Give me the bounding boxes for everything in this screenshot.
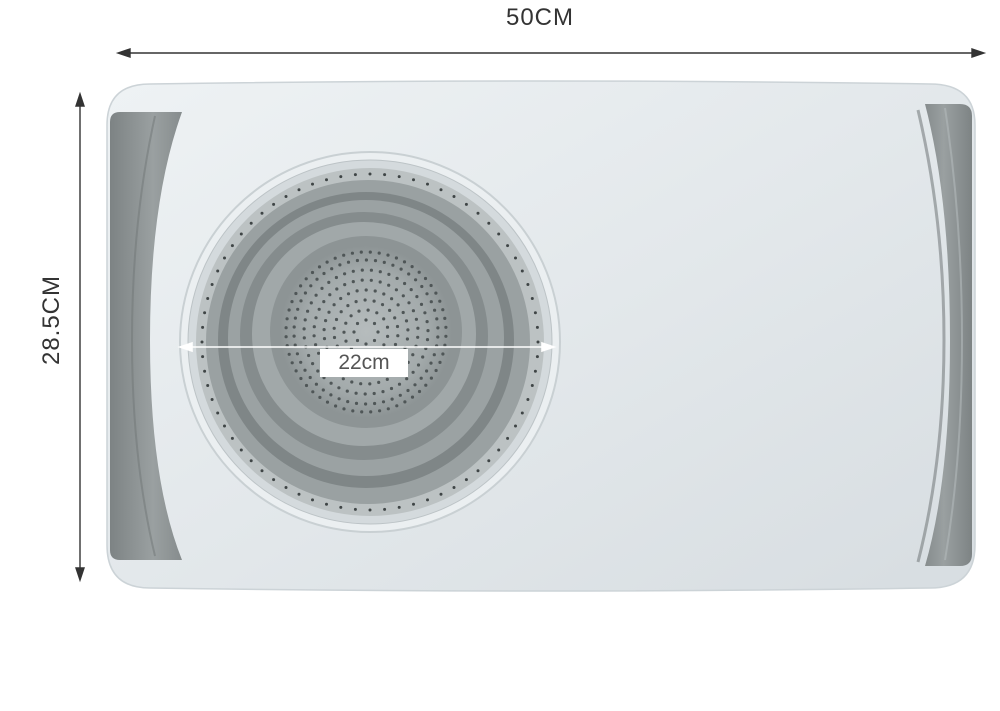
- diameter-label: 22cm: [320, 349, 408, 377]
- width-dimension-arrow: [115, 48, 987, 58]
- width-label: 50CM: [505, 4, 575, 31]
- height-dimension-arrow: [75, 91, 85, 583]
- product-scene: [75, 48, 987, 592]
- height-label: 28.5CM: [38, 274, 65, 366]
- colander: [179, 151, 561, 533]
